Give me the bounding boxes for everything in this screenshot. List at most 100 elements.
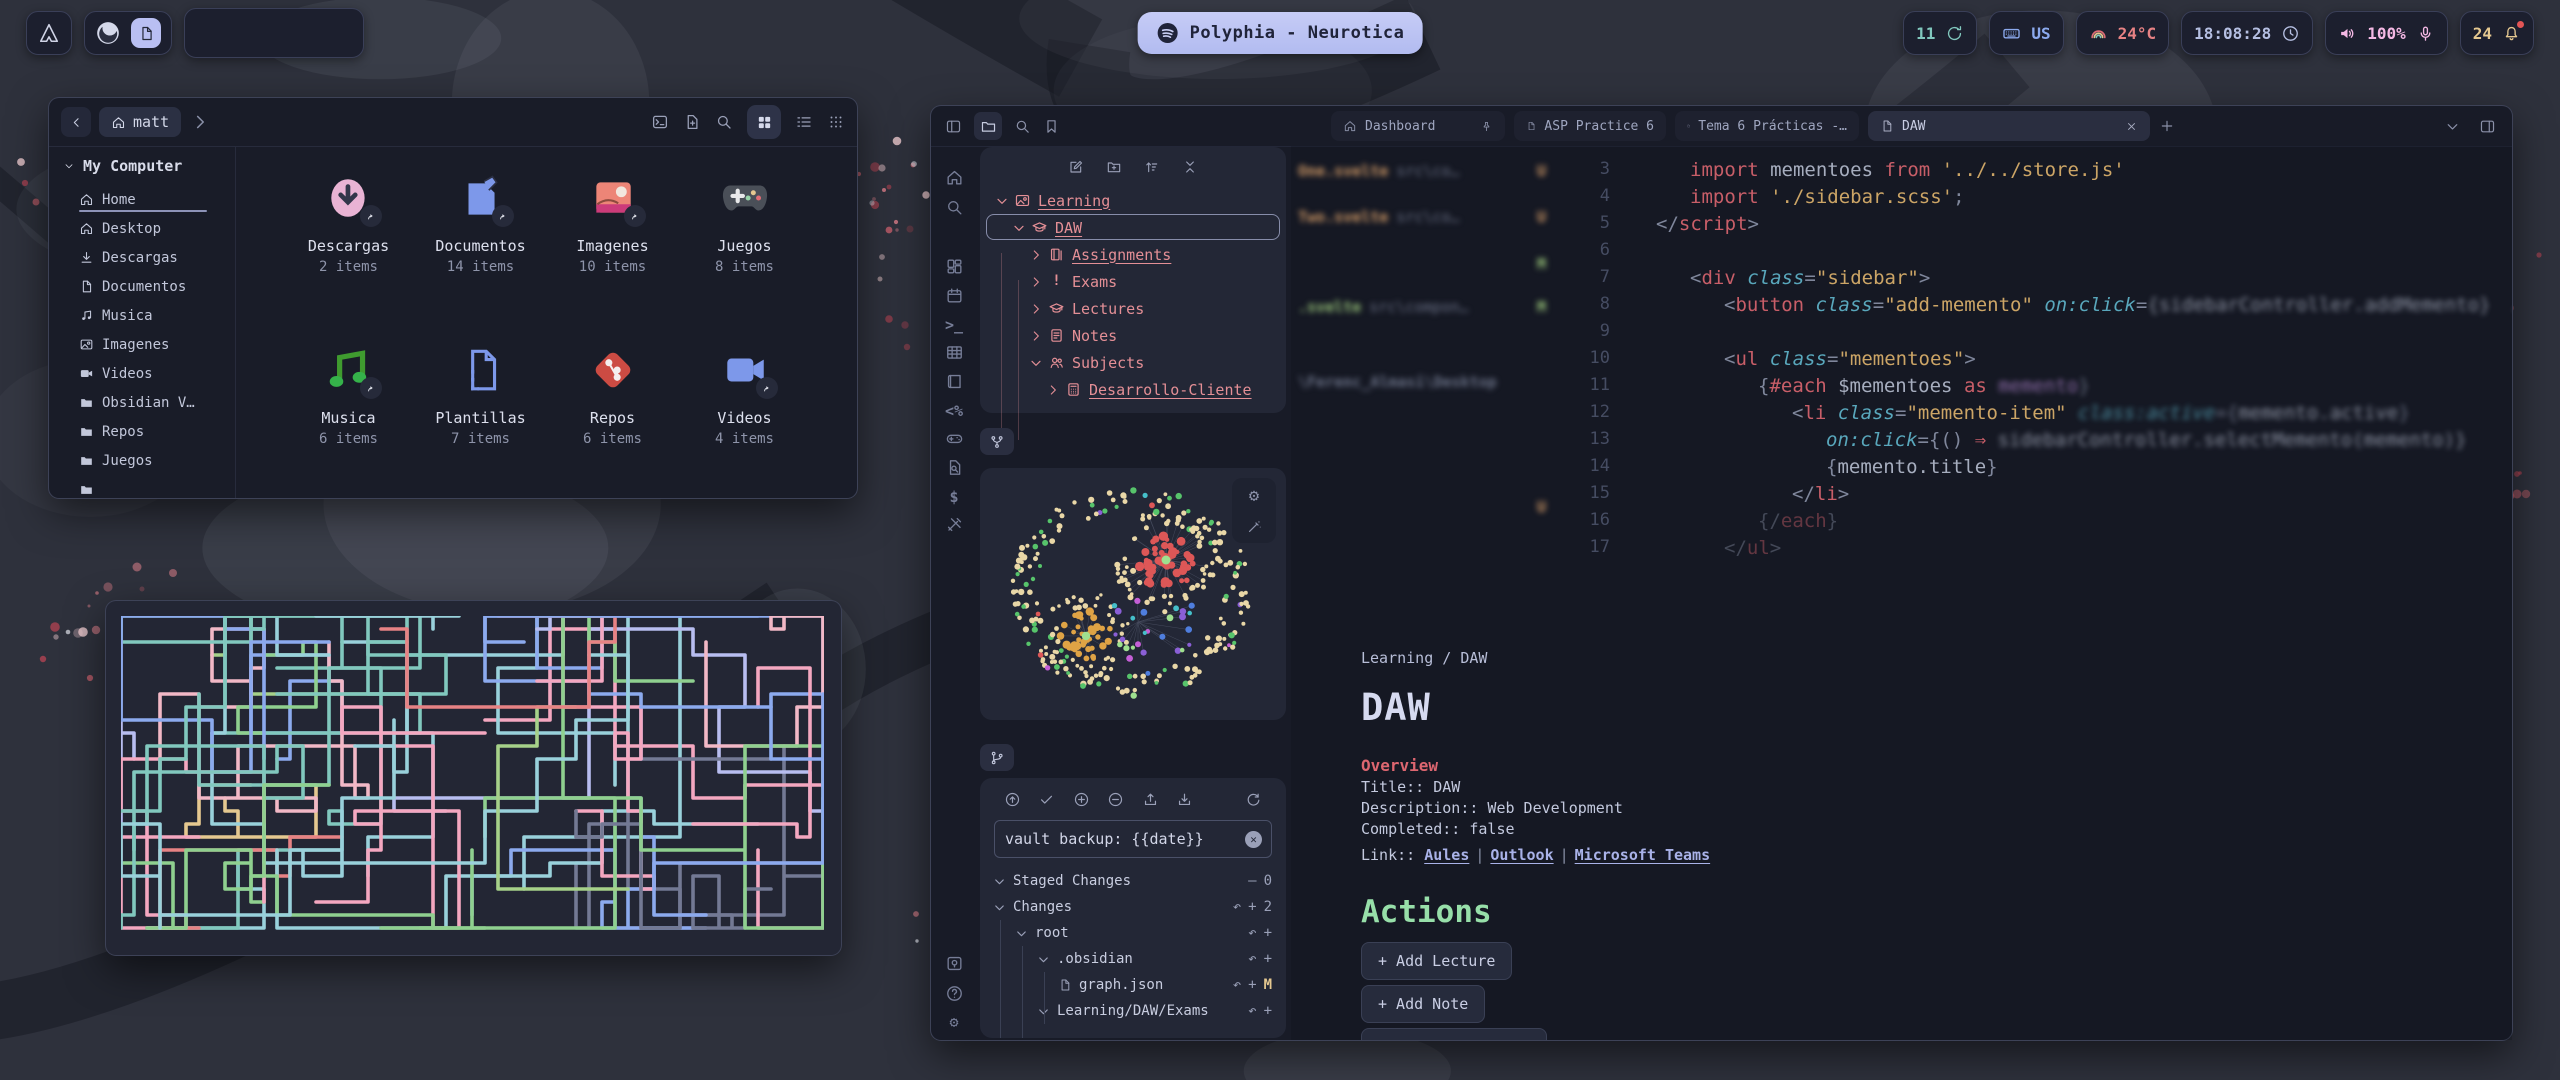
note-link-microsoft-teams[interactable]: Microsoft Teams: [1575, 846, 1710, 864]
sort-icon[interactable]: [1144, 159, 1160, 175]
git-row-graph-json[interactable]: graph.json↶+M: [980, 972, 1286, 998]
graph-panel-tab[interactable]: [980, 428, 1014, 455]
chevron-down-icon[interactable]: [1014, 926, 1029, 941]
tools-ribbon-icon[interactable]: [945, 515, 964, 534]
action-button--add-lecture[interactable]: + Add Lecture: [1361, 942, 1512, 980]
stage-icon[interactable]: +: [1264, 1003, 1272, 1019]
terminal-icon[interactable]: [651, 113, 669, 131]
chevron-down-icon[interactable]: [1011, 220, 1027, 236]
note-link-outlook[interactable]: Outlook: [1490, 846, 1553, 864]
search-icon[interactable]: [715, 113, 733, 131]
gamepad-ribbon-icon[interactable]: [945, 429, 964, 448]
sidebar-item-repos[interactable]: Repos: [79, 417, 207, 446]
discard-icon[interactable]: ↶: [1248, 1003, 1256, 1019]
grid-view-button[interactable]: [747, 105, 781, 139]
git-row-changes[interactable]: Changes↶+2: [980, 894, 1286, 920]
git-panel-tab[interactable]: [980, 744, 1014, 771]
file-search-ribbon-icon[interactable]: [945, 458, 964, 477]
tree-item-lectures[interactable]: Lectures: [980, 295, 1286, 322]
folder-documentos[interactable]: Documentos14 items: [415, 173, 547, 345]
git-row--obsidian[interactable]: .obsidian↶+: [980, 946, 1286, 972]
discard-icon[interactable]: ↶: [1248, 951, 1256, 967]
stage-icon[interactable]: +: [1264, 951, 1272, 967]
tree-item-daw[interactable]: DAW: [980, 214, 1286, 241]
volume-widget[interactable]: 100%: [2325, 11, 2448, 55]
vault-icon[interactable]: [945, 954, 964, 973]
help-icon[interactable]: [945, 984, 964, 1003]
sidebar-item-descargas[interactable]: Descargas: [79, 243, 207, 272]
notifications-widget[interactable]: 24: [2460, 11, 2534, 55]
chevron-right-icon[interactable]: [1028, 328, 1044, 344]
table-ribbon-icon[interactable]: [945, 343, 964, 362]
close-tab-icon[interactable]: [2125, 120, 2138, 133]
search-icon[interactable]: [1014, 118, 1031, 135]
new-file-icon[interactable]: [683, 113, 701, 131]
search-ribbon-icon[interactable]: [945, 198, 964, 217]
git-fork-ribbon-icon[interactable]: [945, 227, 964, 246]
stage-icon[interactable]: +: [1264, 925, 1272, 941]
action-button--add-note[interactable]: + Add Note: [1361, 985, 1485, 1023]
clock-widget[interactable]: 18:08:28: [2181, 11, 2313, 55]
unstage-icon[interactable]: —: [1248, 873, 1256, 889]
commit-up-icon[interactable]: [1004, 791, 1021, 808]
firefox-icon[interactable]: [95, 20, 121, 46]
back-button[interactable]: [61, 107, 91, 137]
dollar-ribbon-icon[interactable]: $: [949, 488, 958, 506]
launcher-button[interactable]: [26, 11, 72, 55]
weather-widget[interactable]: 24°C: [2076, 11, 2170, 55]
gear-icon[interactable]: ⚙: [1249, 486, 1259, 506]
chevron-right-icon[interactable]: [1045, 382, 1061, 398]
tab-asp-practice-6[interactable]: ASP Practice 6: [1514, 111, 1666, 141]
note-link-aules[interactable]: Aules: [1424, 846, 1469, 864]
gear-icon[interactable]: ⚙: [949, 1013, 958, 1031]
editor-pane[interactable]: One.sveltesrc\co…UTwo.sveltesrc\co…UM.sv…: [1291, 146, 2512, 1040]
tab-daw[interactable]: DAW: [1868, 111, 2150, 141]
updates-widget[interactable]: 11: [1903, 11, 1977, 55]
refresh2-icon[interactable]: [1245, 791, 1262, 808]
down-tray-icon[interactable]: [1176, 791, 1193, 808]
discard-icon[interactable]: ↶: [1233, 977, 1241, 993]
sidebar-item-juegos[interactable]: Juegos: [79, 446, 207, 475]
tree-item-subjects[interactable]: Subjects: [980, 349, 1286, 376]
book-ribbon-icon[interactable]: [945, 372, 964, 391]
folder-musica[interactable]: Musica6 items: [283, 345, 415, 517]
new-folder-icon[interactable]: [1106, 159, 1122, 175]
git-row-root[interactable]: root↶+: [980, 920, 1286, 946]
git-row-learning-daw-exams[interactable]: Learning/DAW/Exams↶+: [980, 998, 1286, 1024]
folder-juegos[interactable]: Juegos8 items: [679, 173, 811, 345]
sidebar-item-obsidian-v-[interactable]: Obsidian V…: [79, 388, 207, 417]
sidebar-item-desktop[interactable]: Desktop: [79, 214, 207, 243]
calendar-ribbon-icon[interactable]: [945, 286, 964, 305]
codepct-ribbon-icon[interactable]: <%: [945, 402, 963, 420]
new-tab-button[interactable]: [2159, 118, 2175, 134]
wand-icon[interactable]: [1246, 518, 1263, 535]
home-ribbon-icon[interactable]: [945, 168, 964, 187]
chevron-down-icon[interactable]: [2444, 118, 2461, 135]
tree-item-desarrollo-cliente[interactable]: Desarrollo-Cliente: [980, 376, 1286, 403]
sidebar-item-videos[interactable]: Videos: [79, 359, 207, 388]
active-app-indicator[interactable]: [131, 18, 161, 48]
tab-tema-6-pr-cticas-[interactable]: Tema 6 Prácticas -…: [1675, 111, 1859, 141]
chevron-right-icon[interactable]: [1028, 301, 1044, 317]
compact-view-icon[interactable]: [827, 113, 845, 131]
up-tray-icon[interactable]: [1142, 791, 1159, 808]
keyboard-layout[interactable]: US: [1989, 11, 2063, 55]
right-sidebar-toggle-icon[interactable]: [2479, 118, 2496, 135]
partial-action-button[interactable]: [1361, 1028, 1547, 1040]
left-sidebar-toggle-icon[interactable]: [945, 118, 962, 135]
list-icon[interactable]: [1211, 791, 1228, 808]
discard-icon[interactable]: ↶: [1248, 925, 1256, 941]
folder-imagenes[interactable]: Imagenes10 items: [547, 173, 679, 345]
tree-item-notes[interactable]: Notes: [980, 322, 1286, 349]
folder-repos[interactable]: Repos6 items: [547, 345, 679, 517]
now-playing-widget[interactable]: Polyphia - Neurotica: [1138, 12, 1423, 54]
tree-item-learning[interactable]: Learning: [980, 187, 1286, 214]
git-row-staged-changes[interactable]: Staged Changes—0: [980, 868, 1286, 894]
explorer-view-button[interactable]: [974, 112, 1002, 140]
sidebar-root[interactable]: My Computer: [63, 157, 235, 175]
list-view-icon[interactable]: [795, 113, 813, 131]
breadcrumb[interactable]: matt: [99, 107, 181, 137]
discard-icon[interactable]: ↶: [1233, 899, 1241, 915]
forward-button[interactable]: [189, 111, 211, 133]
stage-icon[interactable]: +: [1248, 899, 1256, 915]
